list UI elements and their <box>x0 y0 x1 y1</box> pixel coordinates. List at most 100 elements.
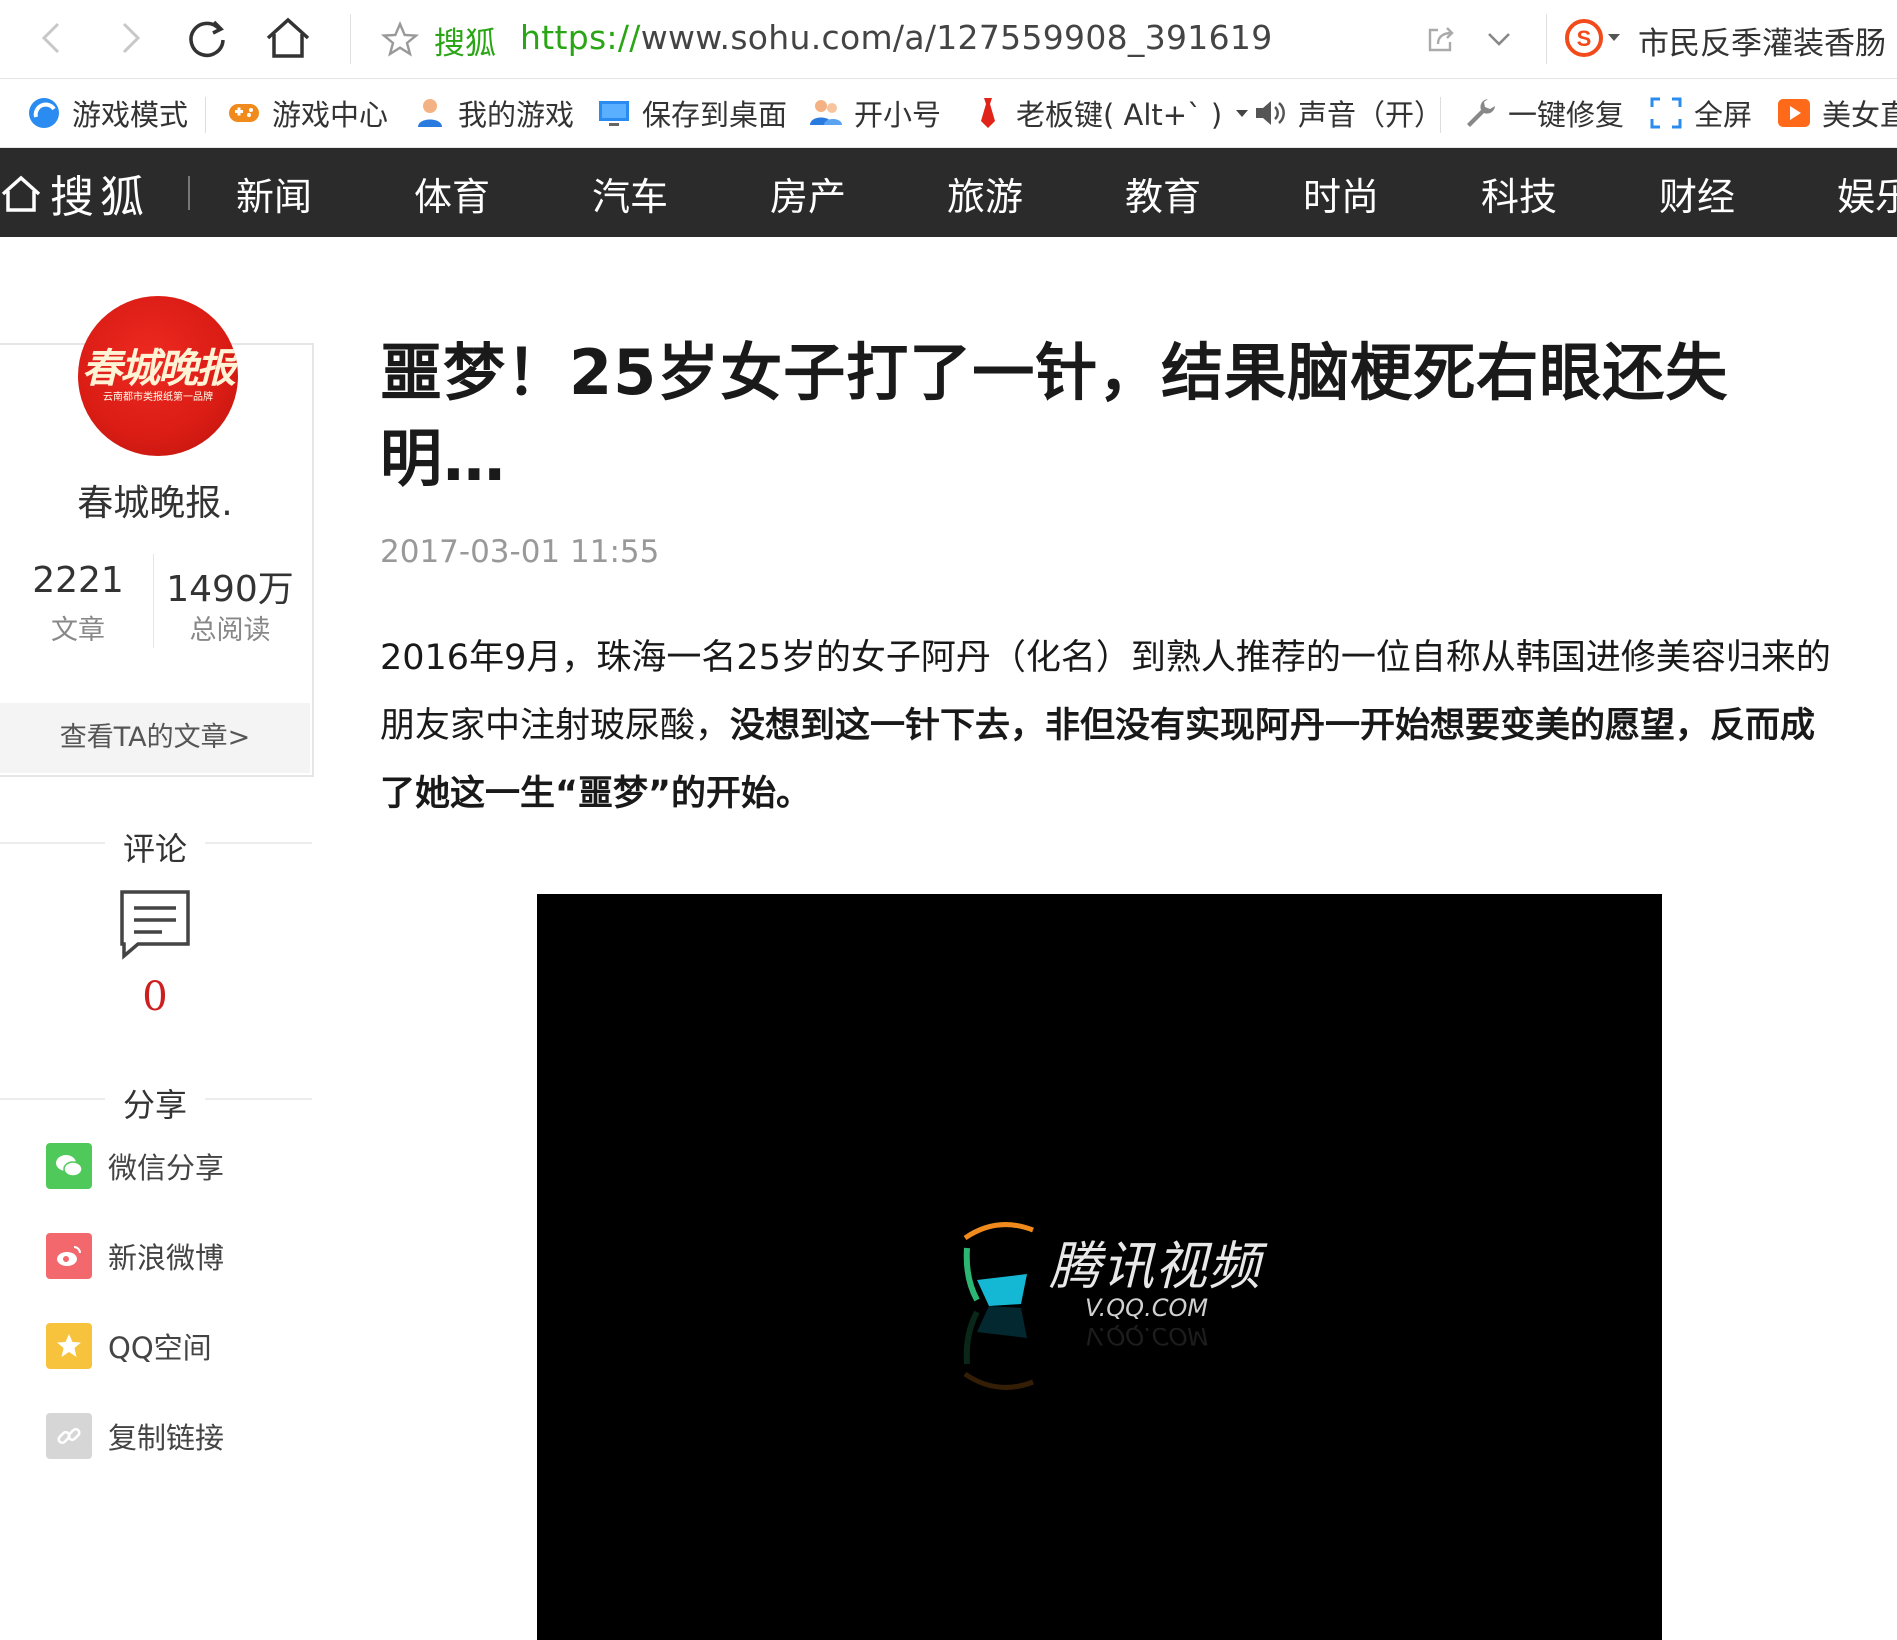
avatar-brand: 春城晚报 <box>82 345 236 392</box>
monitor-icon <box>596 95 632 131</box>
toolbar-my-games[interactable]: 我的游戏 <box>412 93 574 133</box>
share-label: 复制链接 <box>108 1421 225 1455</box>
view-articles-link[interactable]: 查看TA的文章> <box>0 703 310 773</box>
tie-icon <box>970 95 1006 131</box>
articles-label: 文章 <box>51 615 105 646</box>
share-icon[interactable] <box>1424 22 1458 56</box>
link-icon <box>46 1413 92 1459</box>
video-brand: 腾讯视频 <box>1049 1237 1262 1297</box>
reads-label: 总阅读 <box>189 615 271 646</box>
toolbar-alt-account[interactable]: 开小号 <box>808 93 941 133</box>
home-icon <box>1 175 41 212</box>
weibo-icon <box>46 1233 92 1279</box>
toolbar-label: 老板键( Alt+` ) <box>1016 98 1223 132</box>
toolbar-boss-key[interactable]: 老板键( Alt+` ) <box>970 93 1249 133</box>
nav-link-tech[interactable]: 科技 <box>1481 166 1557 221</box>
nav-link-finance[interactable]: 财经 <box>1659 166 1735 221</box>
chevron-down-icon[interactable] <box>1484 24 1514 54</box>
share-qzone[interactable]: QQ空间 <box>46 1322 212 1370</box>
qzone-icon <box>46 1323 92 1369</box>
star-icon[interactable] <box>380 20 420 60</box>
sohu-logo[interactable]: 搜狐 <box>0 166 150 223</box>
toolbar-repair[interactable]: 一键修复 <box>1462 93 1624 133</box>
browser-address-bar: 搜狐 https://www.sohu.com/a/127559908_3916… <box>0 0 1897 79</box>
nav-link-education[interactable]: 教育 <box>1125 166 1201 221</box>
nav-link-sports[interactable]: 体育 <box>414 166 490 221</box>
nav-link-travel[interactable]: 旅游 <box>947 166 1023 221</box>
article-lede: 2016年9月，珠海一名25岁的女子阿丹（化名）到熟人推荐的一位自称从韩国进修美… <box>380 624 1840 828</box>
users-icon <box>808 95 844 131</box>
comment-icon[interactable] <box>118 888 192 960</box>
toolbar-game-center[interactable]: 游戏中心 <box>226 93 388 133</box>
toolbar-separator <box>1440 97 1441 133</box>
sohu-logo-text: 搜狐 <box>50 172 150 223</box>
reload-icon[interactable] <box>182 12 234 64</box>
speaker-icon <box>1252 95 1288 131</box>
play-icon <box>1776 95 1812 131</box>
home-icon[interactable] <box>262 12 314 64</box>
toolbar-label: 保存到桌面 <box>642 98 788 132</box>
stat-divider <box>153 554 154 648</box>
caret-down-icon[interactable] <box>1236 109 1249 117</box>
url-scheme: https:// <box>520 18 641 57</box>
sogou-search-icon[interactable]: S <box>1564 18 1604 58</box>
toolbar-label: 我的游戏 <box>458 98 575 132</box>
url-field[interactable]: https://www.sohu.com/a/127559908_391619 <box>520 18 1273 57</box>
toolbar-fullscreen[interactable]: 全屏 <box>1648 93 1752 133</box>
toolbar-label: 全屏 <box>1694 98 1753 132</box>
share-wechat[interactable]: 微信分享 <box>46 1142 224 1190</box>
share-heading: 分享 <box>105 1080 205 1126</box>
toolbar-label: 游戏中心 <box>272 98 389 132</box>
wechat-icon <box>46 1143 92 1189</box>
toolbar-label: 美女直 <box>1822 98 1897 132</box>
toolbar-label: 游戏模式 <box>72 98 189 132</box>
site-label: 搜狐 <box>434 26 496 62</box>
avatar-tagline: 云南都市类报纸第一品牌 <box>103 392 213 403</box>
toolbar-separator <box>1546 14 1547 64</box>
video-url-reflection: V.QQ.COM <box>1085 1322 1209 1350</box>
toolbar-separator <box>350 14 351 64</box>
comment-count[interactable]: 0 <box>118 974 192 1020</box>
site-nav: 搜狐 新闻 体育 汽车 房产 旅游 教育 时尚 科技 财经 娱乐 <box>0 148 1897 237</box>
articles-count: 2221 <box>32 560 124 601</box>
author-avatar[interactable]: 春城晚报 云南都市类报纸第一品牌 <box>78 296 238 456</box>
toolbar-label: 声音（开） <box>1298 98 1444 132</box>
gamepad-icon <box>226 95 262 131</box>
toolbar-save-desktop[interactable]: 保存到桌面 <box>596 93 787 133</box>
user-icon <box>412 95 448 131</box>
chevron-right-icon[interactable] <box>104 12 156 64</box>
share-label: QQ空间 <box>108 1331 212 1365</box>
chevron-left-icon[interactable] <box>26 12 78 64</box>
toolbar-label: 开小号 <box>854 98 942 132</box>
game-mode-icon <box>26 95 62 131</box>
author-name[interactable]: 春城晚报. <box>0 474 310 526</box>
share-weibo[interactable]: 新浪微博 <box>46 1232 224 1280</box>
svg-text:S: S <box>1577 26 1592 51</box>
fullscreen-icon <box>1648 95 1684 131</box>
nav-link-entertainment[interactable]: 娱乐 <box>1837 166 1897 221</box>
nav-link-house[interactable]: 房产 <box>770 166 846 221</box>
video-url: V.QQ.COM <box>1085 1294 1209 1322</box>
search-hint[interactable]: 市民反季灌装香肠 <box>1638 18 1886 63</box>
browser-toolbar: 游戏模式 游戏中心 我的游戏 保存到桌面 开小号 老板键( Alt+` ) 声音… <box>0 79 1897 148</box>
nav-divider <box>188 176 190 210</box>
url-path: www.sohu.com/a/127559908_391619 <box>640 18 1273 57</box>
share-label: 新浪微博 <box>108 1241 225 1275</box>
toolbar-game-mode[interactable]: 游戏模式 <box>26 93 188 133</box>
nav-link-auto[interactable]: 汽车 <box>592 166 668 221</box>
article-title: 噩梦！25岁女子打了一针，结果脑梗死右眼还失明… <box>380 336 1729 495</box>
wrench-icon <box>1462 95 1498 131</box>
share-label: 微信分享 <box>108 1151 225 1185</box>
share-copy-link[interactable]: 复制链接 <box>46 1412 224 1460</box>
article-date: 2017-03-01 11:55 <box>380 534 660 570</box>
caret-down-icon[interactable] <box>1608 34 1620 41</box>
toolbar-live[interactable]: 美女直 <box>1776 93 1897 133</box>
toolbar-sound[interactable]: 声音（开） <box>1252 93 1443 133</box>
video-player[interactable]: 腾讯视频 V.QQ.COM V.QQ.COM <box>537 894 1662 1640</box>
nav-link-fashion[interactable]: 时尚 <box>1303 166 1379 221</box>
nav-link-news[interactable]: 新闻 <box>236 166 312 221</box>
comments-heading: 评论 <box>105 824 205 870</box>
reads-count: 1490万 <box>166 569 294 610</box>
toolbar-separator <box>205 97 206 133</box>
toolbar-label: 一键修复 <box>1508 98 1625 132</box>
